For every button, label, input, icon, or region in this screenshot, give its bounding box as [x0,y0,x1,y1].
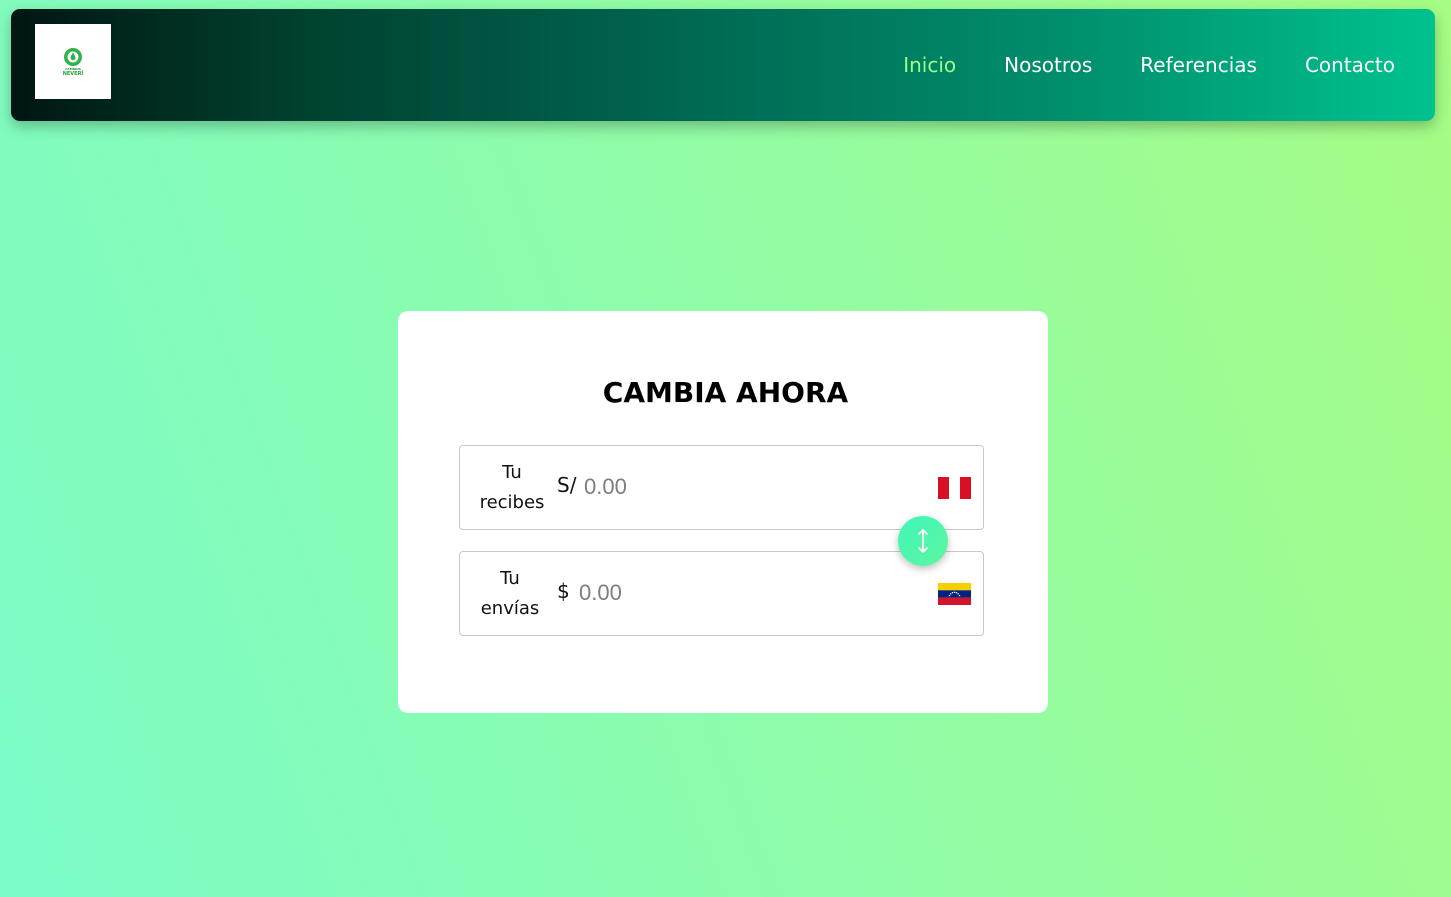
nav-link-contacto[interactable]: Contacto [1305,53,1395,77]
send-field: Tu envías $ [459,551,984,636]
nav-link-inicio[interactable]: Inicio [903,53,956,77]
venezuela-flag-icon [938,583,971,605]
send-currency-symbol: $ [557,579,570,603]
send-label-line1: Tu [500,568,520,589]
nav-link-referencias[interactable]: Referencias [1140,53,1257,77]
logo-brand-main: NEVERÍ [62,70,84,77]
receive-label-line2: recibes [479,492,545,513]
swap-vertical-icon [918,529,928,553]
send-amount-input[interactable] [579,574,879,612]
receive-label: Tu recibes [472,458,552,518]
swap-currencies-button[interactable] [898,516,948,566]
main-nav: Inicio Nosotros Referencias Contacto [903,9,1395,121]
send-label-line2: envías [480,598,540,619]
send-label: Tu envías [470,564,550,624]
receive-label-line1: Tu [502,462,522,483]
receive-amount-input[interactable] [584,468,884,506]
logo[interactable]: CAMBIOS NEVERÍ [35,24,111,99]
logo-drop-icon [64,47,82,66]
exchange-title: CAMBIA AHORA [602,376,849,409]
peru-flag-icon [938,477,971,499]
receive-currency-symbol: S/ [557,473,577,497]
navbar: CAMBIOS NEVERÍ Inicio Nosotros Referenci… [11,9,1435,121]
nav-link-nosotros[interactable]: Nosotros [1004,53,1092,77]
receive-field: Tu recibes S/ [459,445,984,530]
